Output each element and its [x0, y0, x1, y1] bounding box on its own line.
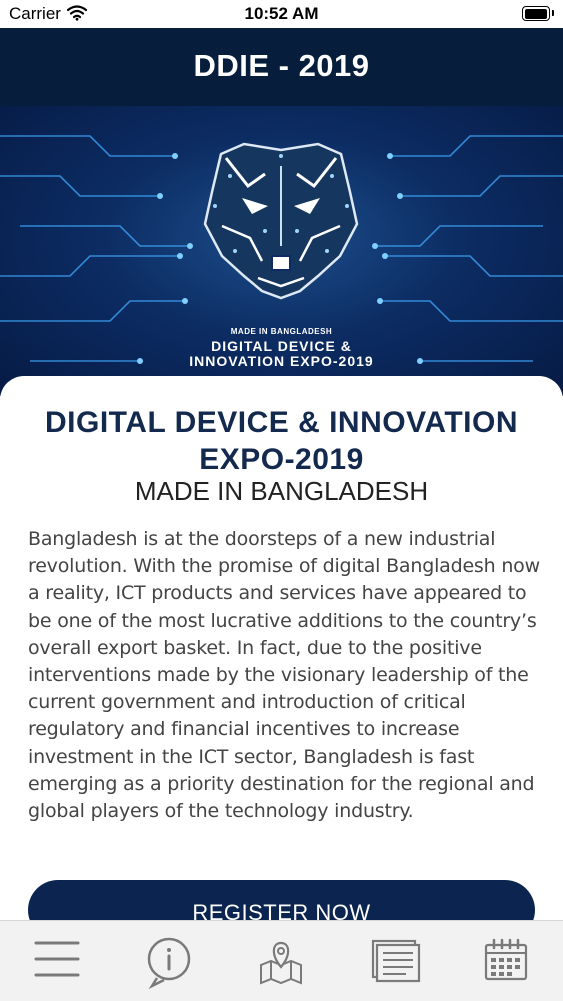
- hero-small-text: MADE IN BANGLADESH: [230, 327, 333, 336]
- news-icon: [371, 939, 421, 983]
- page-title: DDIE - 2019: [193, 48, 370, 83]
- tab-location[interactable]: [224, 921, 336, 1001]
- hero-line-1: DIGITAL DEVICE &: [211, 338, 352, 354]
- tab-schedule[interactable]: [448, 921, 560, 1001]
- event-description: Bangladesh is at the doorsteps of a new …: [28, 528, 540, 823]
- calendar-icon: [484, 938, 528, 981]
- hero-line-2: INNOVATION EXPO-2019: [189, 353, 374, 369]
- status-time: 10:52 AM: [244, 4, 319, 23]
- tiger-logo-icon: [203, 142, 359, 300]
- hero-banner: MADE IN BANGLADESH DIGITAL DEVICE & INNO…: [0, 106, 563, 396]
- event-title: DIGITAL DEVICE & INNOVATION EXPO-2019: [45, 406, 518, 476]
- menu-icon: [34, 941, 80, 977]
- tab-news[interactable]: [336, 921, 448, 1001]
- navigation-bar: DDIE - 2019: [0, 28, 563, 108]
- tab-menu[interactable]: [0, 921, 112, 1001]
- battery-icon: [522, 6, 554, 21]
- tab-info[interactable]: [112, 921, 224, 1001]
- event-subtitle: MADE IN BANGLADESH: [134, 476, 429, 506]
- status-bar: Carrier 10:52 AM: [0, 0, 563, 28]
- info-icon: [147, 937, 191, 990]
- content-card: DIGITAL DEVICE & INNOVATION EXPO-2019 MA…: [0, 376, 563, 936]
- tab-bar: [0, 920, 563, 1001]
- map-pin-icon: [260, 941, 302, 985]
